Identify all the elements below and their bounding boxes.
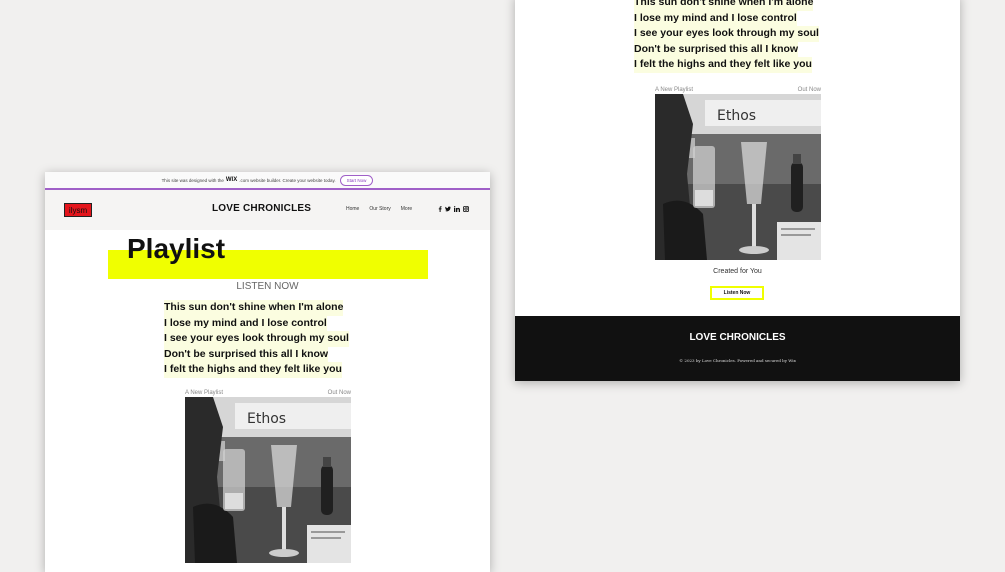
- page-preview-right: This sun don't shine when I'm alone I lo…: [515, 0, 960, 381]
- main-nav: Home Our Story More: [346, 206, 412, 212]
- lyric-line: I lose my mind and I lose control: [164, 315, 327, 332]
- album-label-left: A New Playlist: [655, 87, 694, 93]
- lyric-line: Don't be surprised this all I know: [164, 346, 329, 363]
- instagram-icon[interactable]: [463, 206, 469, 214]
- listen-now-label: LISTEN NOW: [236, 281, 299, 292]
- site-logo[interactable]: ilysm: [64, 203, 92, 217]
- twitter-icon[interactable]: [445, 206, 451, 214]
- lyric-line: I see your eyes look through my soul: [164, 331, 349, 347]
- album-label-right: Out Now: [797, 87, 821, 93]
- nav-item-our-story[interactable]: Our Story: [369, 206, 390, 212]
- album-card: A New Playlist Out Now Ethos: [655, 86, 821, 260]
- wix-logo[interactable]: WIX: [226, 177, 237, 183]
- album-cover-image[interactable]: Ethos: [655, 94, 821, 260]
- nav-item-home[interactable]: Home: [346, 206, 359, 212]
- album-caption: Created for You: [713, 268, 762, 275]
- album-label-left: A New Playlist: [185, 390, 224, 396]
- lyrics-block: This sun don't shine when I'm alone I lo…: [164, 300, 349, 378]
- lyric-line: This sun don't shine when I'm alone: [164, 300, 344, 316]
- page-preview-left: This site was designed with the WIX .com…: [45, 172, 490, 572]
- lyric-line: I lose my mind and I lose control: [634, 10, 797, 27]
- album-label-right: Out Now: [327, 390, 351, 396]
- ethos-sign: Ethos: [717, 108, 756, 124]
- site-name[interactable]: LOVE CHRONICLES: [212, 203, 311, 214]
- ethos-sign: Ethos: [247, 411, 286, 427]
- linkedin-icon[interactable]: [453, 206, 460, 214]
- facebook-icon[interactable]: [438, 206, 442, 214]
- footer-copyright: © 2023 by Love Chronicles. Powered and s…: [679, 358, 796, 363]
- start-now-button[interactable]: Start Now: [339, 174, 374, 186]
- lyric-line: I felt the highs and they felt like you: [164, 362, 342, 378]
- album-cover-image[interactable]: Ethos: [185, 397, 351, 563]
- lyric-line: Don't be surprised this all I know: [634, 41, 799, 58]
- wix-banner-text: This site was designed with the: [161, 177, 224, 183]
- wix-banner: This site was designed with the WIX .com…: [45, 172, 490, 190]
- footer-title: LOVE CHRONICLES: [689, 332, 786, 343]
- wix-banner-text-after: .com website builder. Create your websit…: [239, 177, 336, 183]
- nav-item-more[interactable]: More: [401, 206, 412, 212]
- site-header: ilysm LOVE CHRONICLES Home Our Story Mor…: [45, 190, 490, 230]
- album-card: A New Playlist Out Now Ethos: [185, 389, 351, 563]
- page-title: Playlist: [127, 233, 226, 264]
- social-bar: [438, 206, 469, 214]
- lyric-line: This sun don't shine when I'm alone: [634, 0, 814, 11]
- lyric-line: I see your eyes look through my soul: [634, 26, 819, 42]
- site-footer: LOVE CHRONICLES © 2023 by Love Chronicle…: [515, 316, 960, 381]
- lyrics-block: This sun don't shine when I'm alone I lo…: [634, 0, 819, 73]
- lyric-line: I felt the highs and they felt like you: [634, 57, 812, 73]
- listen-now-button[interactable]: Listen Now: [710, 286, 764, 300]
